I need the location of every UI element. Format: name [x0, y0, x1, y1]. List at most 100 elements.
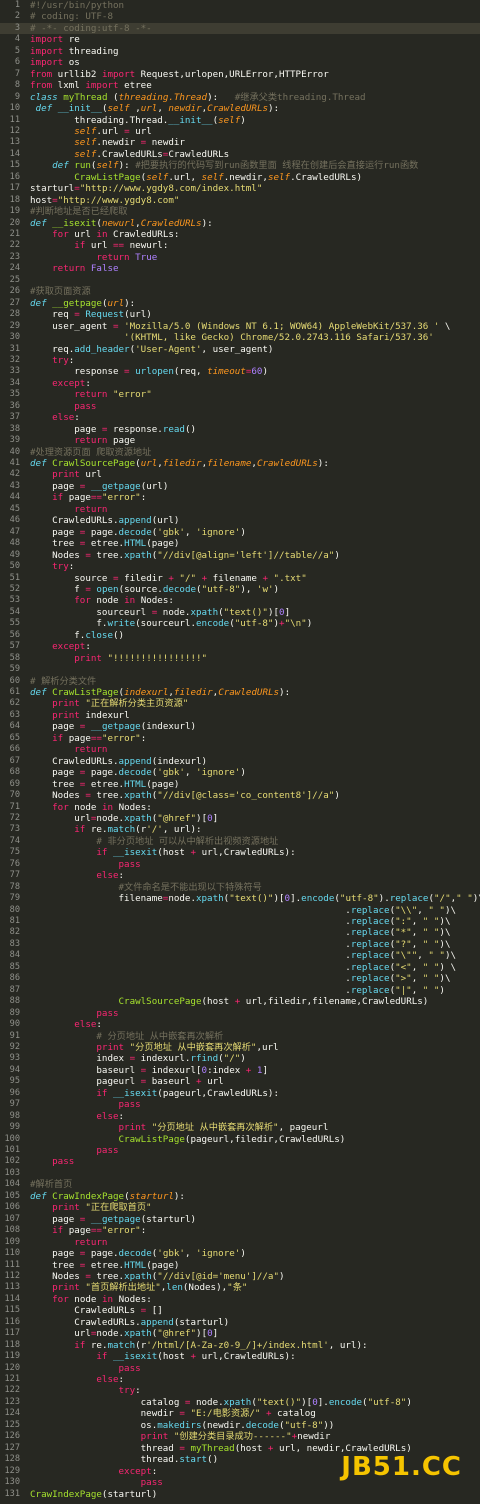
code-line[interactable]: 122 try: [0, 1385, 480, 1397]
code-line[interactable]: 115 CrawledURLs = [] [0, 1305, 480, 1317]
code-line[interactable]: 42 print url [0, 469, 480, 481]
code-line[interactable]: 109 return [0, 1237, 480, 1249]
code-line[interactable]: 7 from urllib2 import Request,urlopen,URL… [0, 69, 480, 81]
code-line[interactable]: 76 pass [0, 859, 480, 871]
code-editor[interactable]: 1 #!/usr/bin/python 2 # coding: UTF-8 3 # -*-… [0, 0, 480, 1504]
code-line[interactable]: 114 for node in Nodes: [0, 1294, 480, 1306]
code-line[interactable]: 105 def CrawIndexPage(starturl): [0, 1191, 480, 1203]
code-line[interactable]: 70 Nodes = tree.xpath("//div[@class='co_… [0, 790, 480, 802]
code-line[interactable]: 8 from lxml import etree [0, 80, 480, 92]
code-line[interactable]: 47 page = page.decode('gbk', 'ignore') [0, 527, 480, 539]
code-line[interactable]: 93 index = indexurl.rfind("/") [0, 1053, 480, 1065]
code-line[interactable]: 94 baseurl = indexurl[0:index + 1] [0, 1065, 480, 1077]
code-line[interactable]: 82 .replace("*", " ")\ [0, 927, 480, 939]
code-line[interactable]: 60 # 解析分类文件 [0, 676, 480, 688]
code-line[interactable]: 124 newdir = "E:/电影资源/" + catalog [0, 1408, 480, 1420]
code-line[interactable]: 64 page = __getpage(indexurl) [0, 721, 480, 733]
code-line[interactable]: 49 Nodes = tree.xpath("//div[@align='lef… [0, 550, 480, 562]
code-line[interactable]: 33 response = urlopen(req, timeout=60) [0, 366, 480, 378]
code-line[interactable]: 39 return page [0, 435, 480, 447]
code-line[interactable]: 73 if re.match(r'/', url): [0, 824, 480, 836]
code-line[interactable]: 99 print "分页地址 从中嵌套再次解析", pageurl [0, 1122, 480, 1134]
code-line[interactable]: 2 # coding: UTF-8 [0, 11, 480, 23]
code-line[interactable]: 4 import re [0, 34, 480, 46]
code-line[interactable]: 11 threading.Thread.__init__(self) [0, 115, 480, 127]
code-line[interactable]: 1 #!/usr/bin/python [0, 0, 480, 12]
code-line[interactable]: 98 else: [0, 1111, 480, 1123]
code-line[interactable]: 102 pass [0, 1156, 480, 1168]
code-line[interactable]: 46 CrawledURLs.append(url) [0, 515, 480, 527]
code-line[interactable]: 61 def CrawListPage(indexurl,filedir,Craw… [0, 687, 480, 699]
code-line[interactable]: 29 user_agent = 'Mozilla/5.0 (Windows NT… [0, 321, 480, 333]
code-line[interactable]: 9 class myThread (threading.Thread): #继承父… [0, 92, 480, 104]
code-line[interactable]: 6 import os [0, 57, 480, 69]
code-line[interactable]: 96 if __isexit(pageurl,CrawledURLs): [0, 1088, 480, 1100]
code-line[interactable]: 27 def __getpage(url): [0, 298, 480, 310]
code-line[interactable]: 63 print indexurl [0, 710, 480, 722]
code-line[interactable]: 90 else: [0, 1019, 480, 1031]
code-line[interactable]: 18 host="http://www.ygdy8.com" [0, 195, 480, 207]
code-line[interactable]: 100 CrawListPage(pageurl,filedir,Crawled… [0, 1134, 480, 1146]
code-line[interactable]: 12 self.url = url [0, 126, 480, 138]
code-line[interactable]: 53 for node in Nodes: [0, 595, 480, 607]
code-line[interactable]: 107 page = __getpage(starturl) [0, 1214, 480, 1226]
code-line[interactable]: 68 page = page.decode('gbk', 'ignore') [0, 767, 480, 779]
code-line[interactable]: 13 self.newdir = newdir [0, 137, 480, 149]
code-line[interactable]: 3 # -*- coding:utf-8 -*- [0, 22, 480, 35]
code-line[interactable]: 103 [0, 1168, 480, 1180]
code-line[interactable]: 69 tree = etree.HTML(page) [0, 779, 480, 791]
code-line[interactable]: 97 pass [0, 1099, 480, 1111]
code-line[interactable]: 54 sourceurl = node.xpath("text()")[0] [0, 607, 480, 619]
code-line[interactable]: 57 except: [0, 641, 480, 653]
code-line[interactable]: 113 print "首页解析出地址",len(Nodes),"条" [0, 1282, 480, 1294]
code-line[interactable]: 22 if url == newurl: [0, 240, 480, 252]
code-line[interactable]: 35 return "error" [0, 389, 480, 401]
code-line[interactable]: 23 return True [0, 252, 480, 264]
code-line[interactable]: 16 CrawListPage(self.url, self.newdir,se… [0, 172, 480, 184]
code-line[interactable]: 40 #处理资源页面 爬取资源地址 [0, 447, 480, 459]
code-line[interactable]: 110 page = page.decode('gbk', 'ignore') [0, 1248, 480, 1260]
code-line[interactable]: 111 tree = etree.HTML(page) [0, 1260, 480, 1272]
code-line[interactable]: 78 #文件命名是不能出现以下特殊符号 [0, 882, 480, 894]
code-line[interactable]: 126 print "创建分类目录成功------"+newdir [0, 1431, 480, 1443]
code-line[interactable]: 91 # 分页地址 从中嵌套再次解析 [0, 1031, 480, 1043]
code-line[interactable]: 36 pass [0, 401, 480, 413]
code-line[interactable]: 44 if page=="error": [0, 492, 480, 504]
code-line[interactable]: 108 if page=="error": [0, 1225, 480, 1237]
code-line[interactable]: 67 CrawledURLs.append(indexurl) [0, 756, 480, 768]
code-line[interactable]: 104 #解析首页 [0, 1179, 480, 1191]
code-line[interactable]: 56 f.close() [0, 630, 480, 642]
code-line[interactable]: 14 self.CrawledURLs=CrawledURLs [0, 149, 480, 161]
code-line[interactable]: 125 os.makedirs(newdir.decode("utf-8")) [0, 1420, 480, 1432]
code-line[interactable]: 43 page = __getpage(url) [0, 481, 480, 493]
code-line[interactable]: 59 [0, 664, 480, 676]
code-line[interactable]: 75 if __isexit(host + url,CrawledURLs): [0, 847, 480, 859]
code-line[interactable]: 106 print "正在爬取首页" [0, 1202, 480, 1214]
code-line[interactable]: 10 def __init__(self ,url, newdir,Crawle… [0, 103, 480, 115]
code-line[interactable]: 87 .replace("|", " ") [0, 985, 480, 997]
code-line[interactable]: 121 else: [0, 1374, 480, 1386]
code-line[interactable]: 65 if page=="error": [0, 733, 480, 745]
code-line[interactable]: 86 .replace(">", " ")\ [0, 973, 480, 985]
code-line[interactable]: 84 .replace("\"", " ")\ [0, 950, 480, 962]
code-line[interactable]: 20 def __isexit(newurl,CrawledURLs): [0, 218, 480, 230]
code-line[interactable]: 34 except: [0, 378, 480, 390]
code-line[interactable]: 17 starturl="http://www.ygdy8.com/index.h… [0, 183, 480, 195]
code-line[interactable]: 37 else: [0, 412, 480, 424]
code-line[interactable]: 30 '(KHTML, like Gecko) Chrome/52.0.2743… [0, 332, 480, 344]
code-line[interactable]: 72 url=node.xpath("@href")[0] [0, 813, 480, 825]
code-line[interactable]: 38 page = response.read() [0, 424, 480, 436]
code-line[interactable]: 52 f = open(source.decode("utf-8"), 'w') [0, 584, 480, 596]
code-line[interactable]: 48 tree = etree.HTML(page) [0, 538, 480, 550]
code-line[interactable]: 85 .replace("<", " ") \ [0, 962, 480, 974]
code-line[interactable]: 32 try: [0, 355, 480, 367]
code-line[interactable]: 101 pass [0, 1145, 480, 1157]
code-line[interactable]: 80 .replace("\\", " ")\ [0, 905, 480, 917]
code-line[interactable]: 123 catalog = node.xpath("text()")[0].en… [0, 1397, 480, 1409]
code-line[interactable]: 131 CrawIndexPage(starturl) [0, 1489, 480, 1501]
code-line[interactable]: 81 .replace(":", " ")\ [0, 916, 480, 928]
code-line[interactable]: 119 if __isexit(host + url,CrawledURLs): [0, 1351, 480, 1363]
code-line[interactable]: 83 .replace("?", " ")\ [0, 939, 480, 951]
code-line[interactable]: 26 #获取页面资源 [0, 286, 480, 298]
code-line[interactable]: 116 CrawledURLs.append(starturl) [0, 1317, 480, 1329]
